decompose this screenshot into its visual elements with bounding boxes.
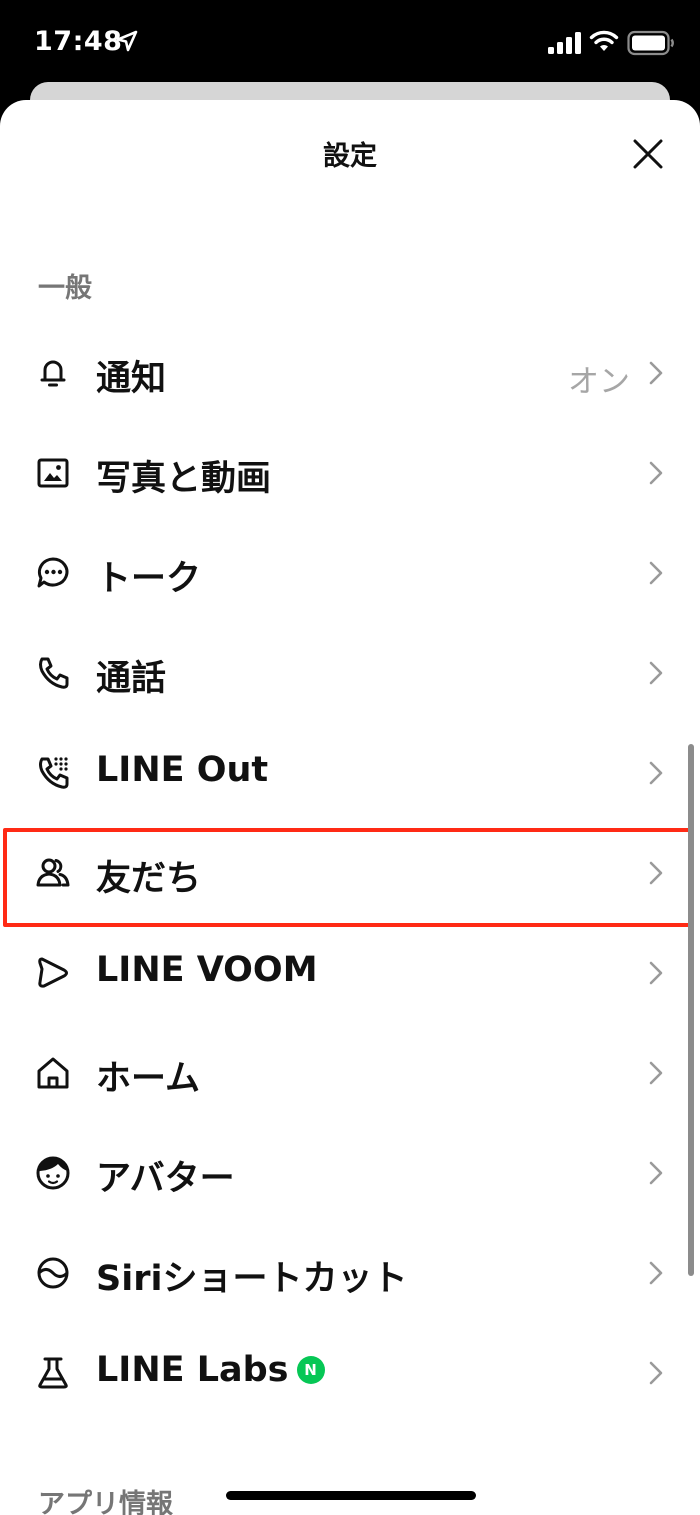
settings-item-friends[interactable]: 友だち: [0, 822, 700, 922]
settings-item-label: 写真と動画: [96, 459, 272, 499]
chevron-right-icon: [649, 961, 663, 985]
settings-item-label: トーク: [96, 559, 202, 599]
status-bar: 17:48: [0, 0, 700, 84]
home-icon: [37, 1057, 69, 1089]
settings-item-label: Siriショートカット: [96, 1259, 408, 1299]
settings-item-value: オン: [568, 364, 630, 400]
settings-item-label-with-badge: LINE Labs N: [96, 1350, 325, 1390]
settings-item-chats[interactable]: トーク: [0, 522, 700, 622]
chevron-right-icon: [649, 561, 663, 585]
chevron-right-icon: [649, 761, 663, 785]
settings-item-label: 通知: [96, 359, 167, 399]
battery-icon: [627, 30, 674, 56]
photo-icon: [37, 458, 69, 488]
section-header-app-info: アプリ情報: [38, 1489, 173, 1515]
chevron-right-icon: [649, 661, 663, 685]
settings-item-label: ホーム: [96, 1059, 200, 1099]
chevron-right-icon: [649, 461, 663, 485]
settings-item-line-labs[interactable]: LINE Labs N: [0, 1322, 700, 1422]
avatar-icon: [36, 1156, 70, 1190]
bell-icon: [40, 360, 66, 387]
section-header-general: 一般: [38, 273, 92, 304]
flask-icon: [38, 1357, 68, 1389]
new-badge: N: [296, 1356, 325, 1384]
chevron-right-icon: [649, 1261, 663, 1285]
settings-item-photos-videos[interactable]: 写真と動画: [0, 422, 700, 522]
settings-item-label: アバター: [96, 1159, 235, 1199]
settings-item-siri-shortcuts[interactable]: Siriショートカット: [0, 1222, 700, 1322]
settings-item-label: 通話: [96, 659, 167, 699]
status-time: 17:48: [34, 26, 123, 57]
chevron-right-icon: [649, 861, 663, 885]
chevron-right-icon: [649, 1161, 663, 1185]
settings-item-label: LINE Out: [96, 750, 269, 790]
settings-item-notifications[interactable]: 通知 オン: [0, 322, 700, 422]
phone-icon: [39, 657, 69, 689]
settings-item-line-out[interactable]: LINE Out: [0, 722, 700, 822]
location-arrow-icon: [116, 30, 138, 52]
scrollbar[interactable]: [688, 744, 694, 1276]
home-indicator[interactable]: [226, 1491, 476, 1500]
settings-item-home[interactable]: ホーム: [0, 1022, 700, 1122]
chat-bubble-icon: [37, 557, 69, 588]
chevron-right-icon: [649, 1361, 663, 1385]
settings-item-calls[interactable]: 通話: [0, 622, 700, 722]
friends-icon: [36, 858, 70, 887]
settings-sheet: 設定 一般 通知 オン 写真と動画 トーク 通話 LINE Out 友だち LI…: [0, 100, 700, 1515]
settings-item-label: LINE Labs: [96, 1350, 289, 1390]
phone-keypad-icon: [39, 757, 69, 789]
chevron-right-icon: [649, 361, 663, 385]
page-title: 設定: [323, 141, 377, 172]
settings-item-label: 友だち: [96, 859, 202, 899]
close-icon[interactable]: [624, 130, 672, 178]
siri-icon: [37, 1257, 69, 1289]
voom-icon: [38, 957, 68, 988]
chevron-right-icon: [649, 1061, 663, 1085]
settings-item-line-voom[interactable]: LINE VOOM: [0, 922, 700, 1022]
cellular-signal-icon: [548, 32, 581, 54]
wifi-icon: [589, 30, 619, 51]
settings-item-label: LINE VOOM: [96, 950, 318, 990]
settings-item-avatar[interactable]: アバター: [0, 1122, 700, 1222]
